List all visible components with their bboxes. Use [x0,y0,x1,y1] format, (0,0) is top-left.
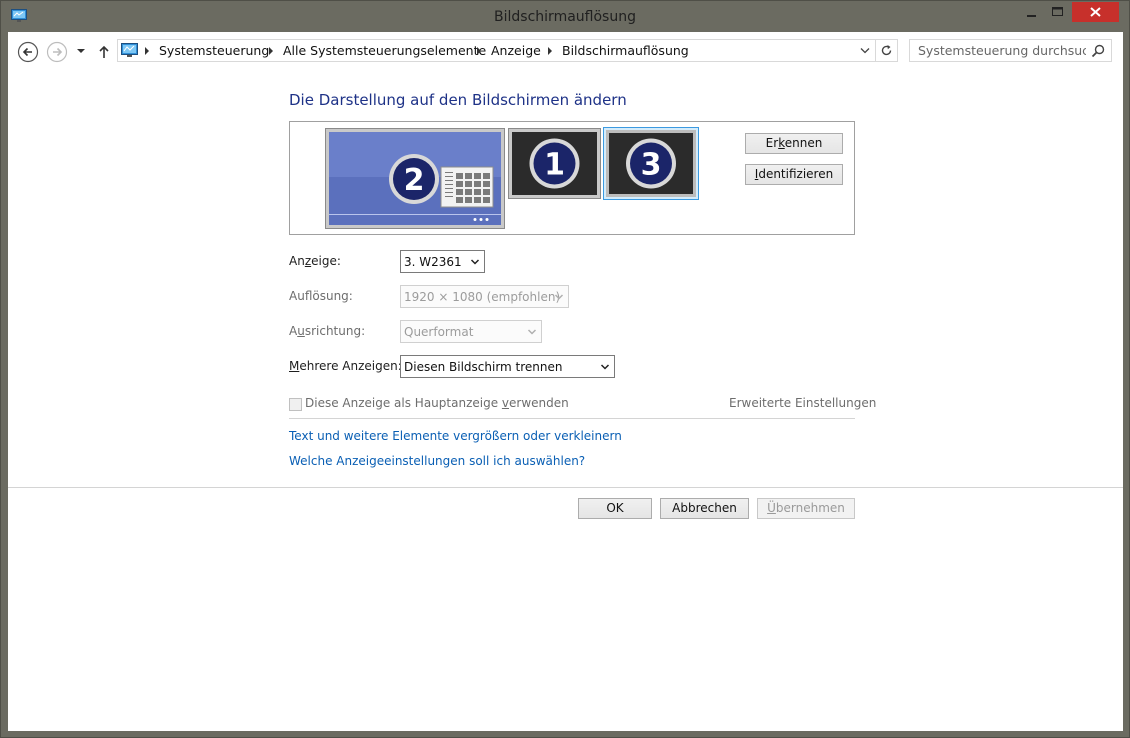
detect-button[interactable]: Erkennen [745,133,843,154]
monitor-1-label: 1 [544,148,565,183]
resolution-select[interactable]: 1920 × 1080 (empfohlen) [400,285,569,308]
minimize-button[interactable] [1018,2,1044,22]
address-bar[interactable]: Systemsteuerung Alle Systemsteuerungsele… [117,39,898,62]
chevron-down-icon [860,48,870,54]
search-icon[interactable] [1091,44,1105,58]
orientation-select-value: Querformat [404,325,474,339]
window-content: Systemsteuerung Alle Systemsteuerungsele… [8,32,1123,731]
which-settings-link[interactable]: Welche Anzeigeeinstellungen soll ich aus… [289,454,585,468]
address-history-button[interactable] [856,43,874,58]
multi-display-select-value: Diesen Bildschirm trennen [404,360,563,374]
breadcrumb-anzeige[interactable]: Anzeige [491,43,541,58]
multi-display-select[interactable]: Diesen Bildschirm trennen [400,355,615,378]
navigation-bar: Systemsteuerung Alle Systemsteuerungsele… [8,32,1123,70]
access-key-underline: k [778,136,785,150]
display-label: Anzeige: [289,254,341,268]
breadcrumb-separator-icon[interactable] [477,47,481,55]
multi-display-label: Mehrere Anzeigen: [289,359,402,373]
monitor-1[interactable]: 1 [508,128,601,199]
refresh-button[interactable] [875,40,897,61]
window: Bildschirmauflösung Systemsteuerung Alle… [0,0,1130,738]
breadcrumb-bildschirmaufloesung[interactable]: Bildschirmauflösung [562,43,689,58]
apply-button[interactable]: Übernehmen [757,498,855,519]
breadcrumb-separator-icon[interactable] [548,47,552,55]
text-size-link[interactable]: Text und weitere Elemente vergrößern ode… [289,429,622,443]
recent-locations-button[interactable] [75,44,87,58]
access-key-underline: v [501,396,510,410]
cancel-button[interactable]: Abbrechen [660,498,749,519]
divider [8,487,1123,488]
monitor-2-label: 2 [404,163,425,198]
monitor-3-label: 3 [641,148,662,183]
monitor-3[interactable]: 3 [603,127,699,200]
display-select-value: 3. W2361 [404,255,462,269]
up-button[interactable] [96,41,112,63]
close-button[interactable] [1072,2,1119,22]
minimize-icon [1027,15,1036,17]
access-key-underline: z [304,254,312,268]
access-key-underline: I [754,167,759,181]
page-heading: Die Darstellung auf den Bildschirmen änd… [289,91,627,109]
title-bar[interactable]: Bildschirmauflösung [1,1,1129,33]
chevron-down-icon [470,259,480,265]
chevron-down-icon [554,294,564,300]
advanced-settings-link[interactable]: Erweiterte Einstellungen [729,396,876,410]
orientation-label: Ausrichtung: [289,324,366,338]
refresh-icon [881,45,892,56]
display-select[interactable]: 3. W2361 [400,250,485,273]
maximize-icon [1052,7,1063,16]
back-arrow-icon [17,41,39,63]
maximize-button[interactable] [1044,2,1071,22]
access-key-underline: Ü [767,501,776,515]
close-icon [1090,7,1101,17]
breadcrumb-systemsteuerung[interactable]: Systemsteuerung [159,43,269,58]
monitor-2[interactable]: 2 [325,128,505,229]
orientation-select[interactable]: Querformat [400,320,542,343]
search-input[interactable] [910,40,1086,61]
search-box[interactable] [909,39,1112,62]
back-button[interactable] [17,41,39,63]
breadcrumb-alle-elemente[interactable]: Alle Systemsteuerungselemente [283,43,486,58]
chevron-down-icon [527,329,537,335]
main-display-checkbox-label[interactable]: Diese Anzeige als Hauptanzeige verwenden [305,396,569,410]
window-title: Bildschirmauflösung [494,9,636,25]
ok-button[interactable]: OK [578,498,652,519]
forward-arrow-icon [46,41,68,63]
main-display-checkbox[interactable] [289,398,302,411]
up-arrow-icon [99,45,109,58]
access-key-underline: u [297,324,305,338]
monitor-arrangement-panel: 2 1 3 Erkennen Identifizieren [289,121,855,235]
chevron-down-icon [77,49,85,53]
forward-button[interactable] [46,41,68,63]
access-key-underline: M [289,359,300,373]
resolution-select-value: 1920 × 1080 (empfohlen) [404,290,561,304]
divider [289,418,855,419]
resolution-label: Auflösung: [289,289,353,303]
identify-button[interactable]: Identifizieren [745,164,843,185]
breadcrumb-separator-icon[interactable] [269,47,273,55]
chevron-down-icon [600,364,610,370]
breadcrumb-separator-icon[interactable] [145,47,149,55]
control-panel-icon [121,43,138,57]
